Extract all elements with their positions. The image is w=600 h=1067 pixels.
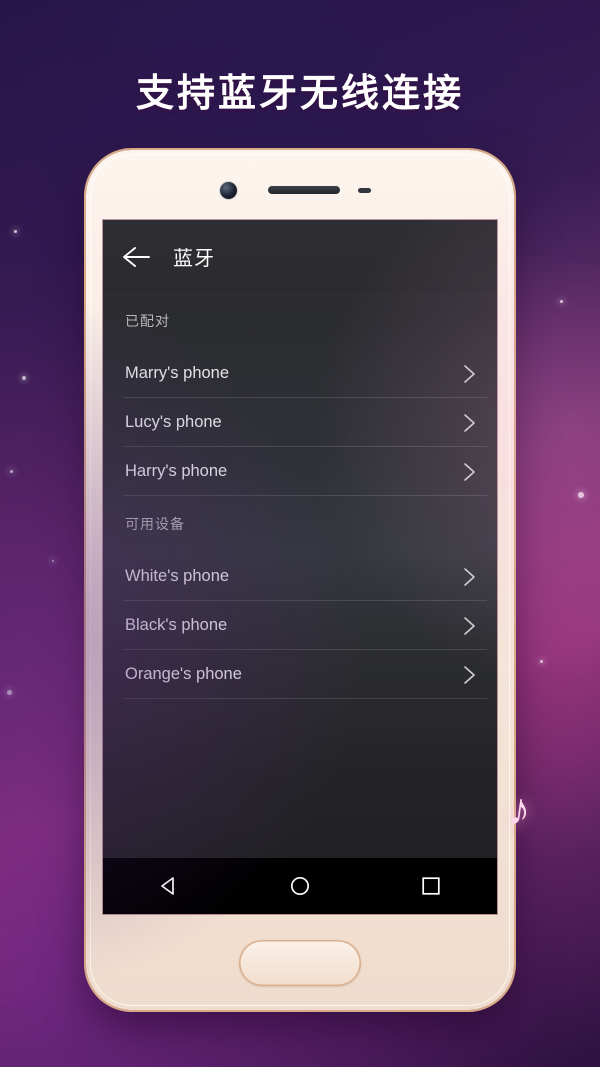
chevron-right-icon	[461, 566, 479, 588]
bluetooth-settings-screen: 蓝牙 已配对 Marry's phone Lucy's phone Harry'…	[103, 220, 497, 914]
square-recents-icon[interactable]	[401, 858, 461, 914]
section-header-paired: 已配对	[125, 313, 170, 329]
star-decoration	[560, 300, 563, 303]
front-camera-icon	[220, 182, 237, 199]
chevron-right-icon	[461, 461, 479, 483]
poster-background: 支持蓝牙无线连接 蓝牙 已配对 Marry's phone Lucy's pho…	[0, 0, 600, 1067]
star-decoration	[540, 660, 543, 663]
star-decoration	[52, 560, 54, 562]
available-device-list: White's phone Black's phone Orange's pho…	[103, 552, 497, 699]
chevron-right-icon	[461, 363, 479, 385]
phone-device: 蓝牙 已配对 Marry's phone Lucy's phone Harry'…	[86, 150, 514, 1010]
home-button[interactable]	[239, 940, 361, 986]
list-item[interactable]: Harry's phone	[103, 447, 497, 496]
device-name: Marry's phone	[125, 364, 230, 382]
music-note-icon: ♪	[504, 781, 535, 837]
triangle-back-icon[interactable]	[139, 858, 199, 914]
chevron-right-icon	[461, 664, 479, 686]
section-header-available: 可用设备	[125, 516, 185, 532]
star-decoration	[22, 376, 26, 380]
proximity-sensor-icon	[358, 188, 371, 193]
page-title: 支持蓝牙无线连接	[135, 70, 464, 115]
app-bar: 蓝牙	[103, 220, 497, 293]
app-bar-title: 蓝牙	[173, 248, 215, 270]
chevron-right-icon	[461, 412, 479, 434]
star-decoration	[578, 492, 584, 498]
star-decoration	[10, 470, 13, 473]
list-item[interactable]: Lucy's phone	[103, 398, 497, 447]
android-navigation-bar	[103, 858, 497, 914]
device-name: Lucy's phone	[125, 413, 222, 431]
list-item[interactable]: Marry's phone	[103, 349, 497, 398]
phone-screen: 蓝牙 已配对 Marry's phone Lucy's phone Harry'…	[103, 220, 497, 914]
device-name: Black's phone	[125, 616, 228, 634]
phone-top-sensors	[86, 176, 514, 206]
star-decoration	[14, 230, 17, 233]
device-name: Harry's phone	[125, 462, 228, 480]
list-item[interactable]: White's phone	[103, 552, 497, 601]
list-item[interactable]: Black's phone	[103, 601, 497, 650]
device-name: Orange's phone	[125, 665, 242, 683]
arrow-left-icon[interactable]	[121, 242, 151, 272]
circle-home-icon[interactable]	[270, 858, 330, 914]
paired-device-list: Marry's phone Lucy's phone Harry's phone	[103, 349, 497, 496]
earpiece-speaker-icon	[268, 186, 340, 194]
star-decoration	[7, 690, 12, 695]
device-name: White's phone	[125, 567, 230, 585]
list-item[interactable]: Orange's phone	[103, 650, 497, 699]
chevron-right-icon	[461, 615, 479, 637]
